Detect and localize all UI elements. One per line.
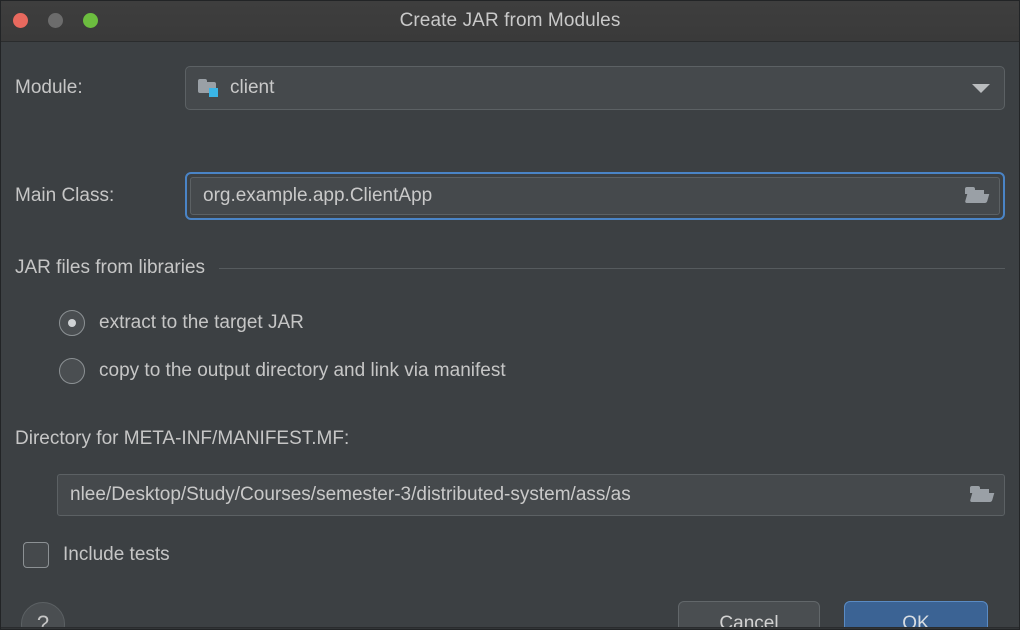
- module-label: Module:: [15, 77, 83, 98]
- include-tests-row[interactable]: Include tests: [23, 542, 170, 568]
- help-button[interactable]: ?: [21, 602, 65, 629]
- manifest-directory-value: nlee/Desktop/Study/Courses/semester-3/di…: [70, 484, 631, 505]
- radio-extract-label: extract to the target JAR: [99, 312, 304, 333]
- module-selected-value: client: [230, 77, 275, 98]
- chevron-down-icon[interactable]: [972, 84, 990, 93]
- main-class-label: Main Class:: [15, 185, 115, 206]
- title-bar: Create JAR from Modules: [1, 1, 1019, 42]
- manifest-directory-label: Directory for META-INF/MANIFEST.MF:: [15, 428, 350, 449]
- ok-button[interactable]: OK: [844, 601, 988, 629]
- minimize-window-button[interactable]: [48, 13, 63, 28]
- radio-copy-indicator[interactable]: [59, 358, 85, 384]
- radio-copy-label: copy to the output directory and link vi…: [99, 360, 506, 381]
- main-class-value: org.example.app.ClientApp: [203, 185, 433, 206]
- close-window-button[interactable]: [13, 13, 28, 28]
- manifest-directory-input[interactable]: nlee/Desktop/Study/Courses/semester-3/di…: [57, 474, 1005, 516]
- dialog-content: Module: client Main Class: org.example.a…: [1, 42, 1019, 629]
- manifest-directory-row: nlee/Desktop/Study/Courses/semester-3/di…: [57, 474, 1005, 516]
- main-class-browse-icon[interactable]: [964, 187, 990, 205]
- manifest-directory-browse-icon[interactable]: [969, 486, 995, 504]
- module-row: Module: client: [15, 66, 1005, 110]
- radio-copy-to-output-directory[interactable]: copy to the output directory and link vi…: [59, 358, 506, 384]
- module-folder-icon: [198, 79, 220, 97]
- jar-libraries-section-header: JAR files from libraries: [15, 257, 1005, 279]
- radio-extract-indicator[interactable]: [59, 310, 85, 336]
- main-class-input[interactable]: org.example.app.ClientApp: [190, 177, 1000, 215]
- include-tests-label: Include tests: [63, 544, 170, 565]
- main-class-row: Main Class: org.example.app.ClientApp: [15, 172, 1005, 220]
- jar-libraries-section-title: JAR files from libraries: [15, 257, 206, 278]
- dialog-title: Create JAR from Modules: [399, 10, 621, 31]
- radio-extract-to-target-jar[interactable]: extract to the target JAR: [59, 310, 304, 336]
- section-divider: [219, 267, 1005, 269]
- include-tests-checkbox[interactable]: [23, 542, 49, 568]
- main-class-field-focus-ring: org.example.app.ClientApp: [185, 172, 1005, 220]
- cancel-button[interactable]: Cancel: [678, 601, 820, 629]
- maximize-window-button[interactable]: [83, 13, 98, 28]
- create-jar-dialog: Create JAR from Modules Module: client M…: [0, 0, 1020, 630]
- module-combobox[interactable]: client: [185, 66, 1005, 110]
